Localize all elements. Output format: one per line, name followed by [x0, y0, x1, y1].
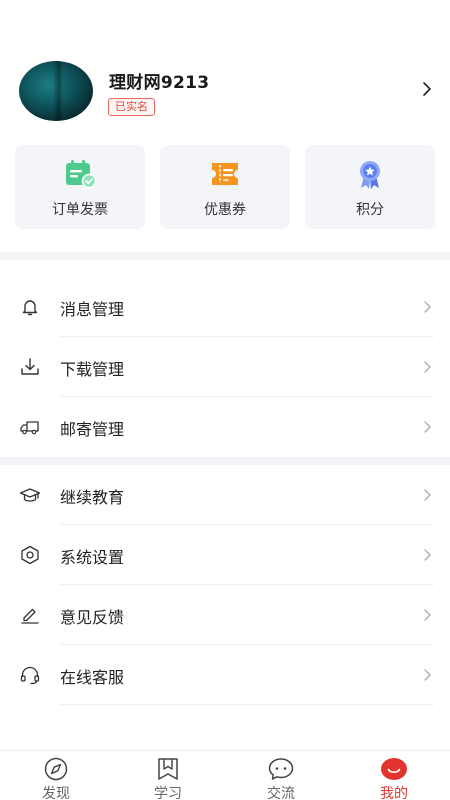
chevron-right-icon [424, 609, 431, 621]
menu-item-downloads[interactable]: 下载管理 [0, 337, 450, 397]
profile-page: 理财网9213 已实名 订单发票 优惠券 积分 消息管理 下载管理 邮寄管理 继… [0, 0, 450, 800]
section-divider [0, 252, 450, 260]
menu-label: 邮寄管理 [60, 420, 125, 439]
chevron-right-icon [424, 549, 431, 561]
avatar[interactable] [19, 61, 93, 121]
graduation-cap-icon [19, 488, 41, 502]
chevron-right-icon [424, 421, 431, 433]
quick-actions: 订单发票 优惠券 积分 [15, 145, 435, 229]
download-icon [21, 358, 39, 375]
chevron-right-icon [424, 361, 431, 373]
chat-bubble-icon [268, 758, 294, 780]
tab-study[interactable]: 学习 [112, 751, 224, 800]
menu-item-feedback[interactable]: 意见反馈 [0, 585, 450, 645]
chevron-right-icon [424, 669, 431, 681]
tab-label: 发现 [42, 786, 70, 800]
settings-hexagon-icon [21, 545, 39, 565]
headset-icon [20, 666, 40, 685]
coupon-card[interactable]: 优惠券 [160, 145, 290, 229]
points-card[interactable]: 积分 [305, 145, 435, 229]
menu-label: 消息管理 [60, 300, 125, 319]
bell-icon [22, 300, 38, 316]
tab-discover[interactable]: 发现 [0, 751, 112, 800]
card-label: 订单发票 [52, 202, 108, 218]
chevron-right-icon [424, 301, 431, 313]
card-label: 积分 [356, 202, 384, 218]
section-divider [0, 457, 450, 465]
menu-item-system-settings[interactable]: 系统设置 [0, 525, 450, 585]
menu-item-continuing-education[interactable]: 继续教育 [0, 465, 450, 525]
menu-item-messages[interactable]: 消息管理 [0, 277, 450, 337]
tab-label: 交流 [267, 786, 295, 800]
menu-item-mailing[interactable]: 邮寄管理 [0, 397, 450, 457]
tab-label: 学习 [154, 786, 182, 800]
tab-mine[interactable]: 我的 [338, 751, 450, 800]
coupon-icon [212, 163, 238, 185]
profile-face-icon [381, 758, 407, 780]
menu-label: 意见反馈 [60, 608, 125, 627]
menu-label: 系统设置 [60, 548, 125, 567]
compass-icon [44, 757, 68, 781]
order-invoice-card[interactable]: 订单发票 [15, 145, 145, 229]
menu-label: 继续教育 [60, 488, 125, 507]
tab-community[interactable]: 交流 [225, 751, 337, 800]
card-label: 优惠券 [204, 202, 246, 218]
profile-header[interactable]: 理财网9213 已实名 [0, 55, 450, 127]
tab-label: 我的 [380, 786, 408, 800]
delivery-truck-icon [20, 421, 39, 435]
verified-badge: 已实名 [108, 98, 155, 116]
chevron-right-icon[interactable] [419, 81, 435, 97]
menu-item-online-support[interactable]: 在线客服 [0, 645, 450, 705]
row-divider [60, 704, 434, 705]
edit-pen-icon [21, 608, 39, 624]
menu-label: 在线客服 [60, 668, 125, 687]
invoice-icon [66, 160, 96, 189]
menu-label: 下载管理 [60, 360, 125, 379]
chevron-right-icon [424, 489, 431, 501]
points-medal-icon [360, 161, 380, 189]
book-icon [158, 758, 178, 780]
username: 理财网9213 [109, 73, 210, 93]
bottom-tab-bar: 发现 学习 交流 我的 [0, 750, 450, 800]
